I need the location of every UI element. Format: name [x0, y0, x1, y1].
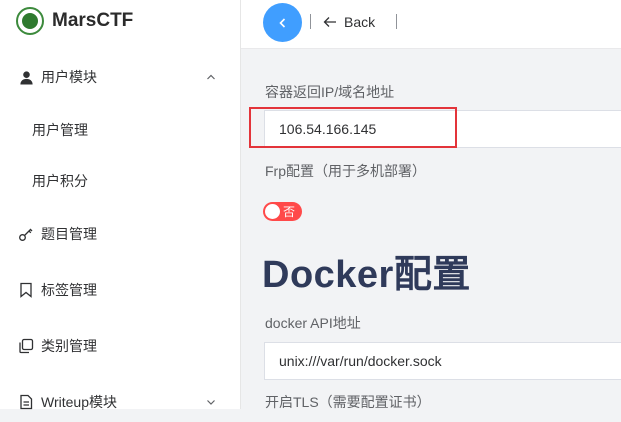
logo-badge-icon: [16, 7, 44, 35]
divider: [396, 14, 397, 29]
header: Back: [241, 0, 621, 49]
app-title: MarsCTF: [52, 10, 134, 31]
sidebar-item-label: Writeup模块: [41, 394, 117, 410]
chevron-left-icon: [278, 17, 285, 28]
sidebar-item-label: 题目管理: [41, 226, 97, 242]
back-label: Back: [344, 14, 376, 30]
divider: [310, 14, 311, 29]
copy-icon: [18, 338, 34, 354]
sidebar-item-challenge-management[interactable]: 题目管理: [0, 214, 240, 254]
sidebar-item-label: 用户模块: [41, 69, 97, 85]
arrow-left-icon: [323, 15, 337, 29]
frp-label: Frp配置（用于多机部署）: [265, 163, 426, 179]
docker-api-label: docker API地址: [265, 315, 361, 331]
key-icon: [18, 226, 34, 242]
collapse-button[interactable]: [263, 3, 302, 42]
sidebar-item-label: 用户管理: [32, 122, 88, 138]
docker-api-value: unix:///var/run/docker.sock: [279, 353, 442, 369]
bookmark-icon: [18, 282, 34, 298]
container-ip-value: 106.54.166.145: [279, 121, 377, 137]
sidebar-item-category-management[interactable]: 类别管理: [0, 326, 240, 366]
logo: MarsCTF: [16, 6, 133, 36]
back-button[interactable]: Back: [323, 12, 375, 32]
sidebar-item-user-module[interactable]: 用户模块: [0, 57, 240, 97]
sidebar-item-writeup-module[interactable]: Writeup模块: [0, 382, 240, 422]
sidebar-item-user-points[interactable]: 用户积分: [0, 161, 240, 201]
container-ip-input[interactable]: 106.54.166.145: [264, 110, 621, 148]
sidebar-item-label: 标签管理: [41, 282, 97, 298]
user-icon: [18, 69, 34, 85]
sidebar-item-label: 类别管理: [41, 338, 97, 354]
sidebar-item-user-management[interactable]: 用户管理: [0, 110, 240, 150]
chevron-up-icon: [207, 74, 215, 80]
frp-switch[interactable]: 否: [263, 202, 302, 221]
document-icon: [18, 394, 34, 410]
sidebar: MarsCTF 用户模块 用户管理 用户积分 题目管理 标签管理 类别管理 Wr…: [0, 0, 241, 410]
sidebar-item-label: 用户积分: [32, 173, 88, 189]
container-ip-label: 容器返回IP/域名地址: [265, 84, 395, 100]
sidebar-item-tag-management[interactable]: 标签管理: [0, 270, 240, 310]
tls-label: 开启TLS（需要配置证书）: [265, 394, 431, 410]
switch-text: 否: [283, 205, 296, 219]
switch-knob: [265, 204, 280, 219]
docker-api-input[interactable]: unix:///var/run/docker.sock: [264, 342, 621, 380]
chevron-down-icon: [207, 400, 215, 405]
docker-section-title: Docker配置: [262, 254, 471, 296]
